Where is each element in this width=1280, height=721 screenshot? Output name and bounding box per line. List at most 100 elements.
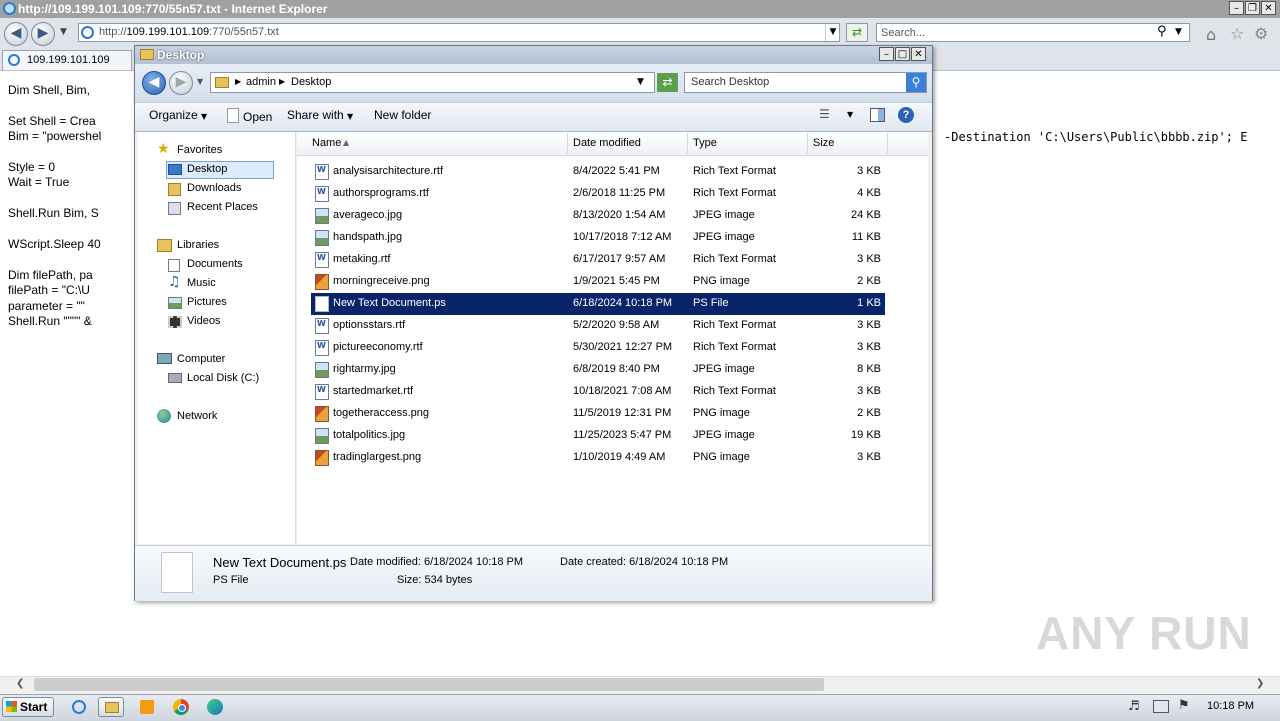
favorites-star-icon[interactable]: ☆ — [1230, 24, 1244, 43]
file-row[interactable]: pictureeconomy.rtf 5/30/2021 12:27 PM Rich… — [311, 337, 885, 359]
jpeg-file-icon — [315, 428, 329, 444]
nav-videos[interactable]: Videos — [187, 315, 220, 327]
browser-tab[interactable]: 109.199.101.109 — [2, 50, 132, 70]
file-row[interactable]: metaking.rtf 6/17/2017 9:57 AM Rich Text F… — [311, 249, 885, 271]
taskbar-ie-icon[interactable] — [66, 697, 92, 717]
nav-libraries[interactable]: Libraries — [177, 239, 219, 251]
minimize-button[interactable]: – — [1229, 1, 1244, 15]
breadcrumb-item-admin[interactable]: admin — [246, 76, 276, 88]
home-icon[interactable]: ⌂ — [1206, 25, 1216, 44]
file-row[interactable]: authorsprograms.rtf 2/6/2018 11:25 PM Rich… — [311, 183, 885, 205]
organize-button[interactable]: Organize ▼ — [149, 108, 207, 122]
file-row[interactable]: optionsstars.rtf 5/2/2020 9:58 AM Rich Tex… — [311, 315, 885, 337]
address-path: :770/55n57.txt — [209, 26, 279, 38]
address-bar[interactable]: http://109.199.101.109:770/55n57.txt ▼ — [78, 23, 840, 42]
close-button[interactable]: ✕ — [1261, 1, 1276, 15]
new-folder-button[interactable]: New folder — [374, 108, 431, 122]
nav-favorites[interactable]: Favorites — [177, 144, 222, 156]
view-dropdown-icon[interactable]: ▼ — [847, 110, 853, 119]
start-label: Start — [20, 700, 48, 714]
nav-documents[interactable]: Documents — [187, 258, 243, 270]
restore-button[interactable]: ❐ — [1245, 1, 1260, 15]
explorer-forward-button[interactable]: ▶ — [169, 71, 193, 95]
start-button[interactable]: Start — [2, 697, 54, 717]
scroll-right-icon[interactable]: ❯ — [1256, 678, 1264, 689]
taskbar-explorer-icon[interactable] — [98, 697, 124, 717]
nav-computer[interactable]: Computer — [177, 353, 225, 365]
explorer-maximize-button[interactable]: □ — [895, 47, 910, 61]
details-date-modified: Date modified: 6/18/2024 10:18 PM — [350, 556, 524, 568]
volume-icon[interactable]: ♬ — [1128, 699, 1140, 714]
tools-gear-icon[interactable]: ⚙ — [1254, 24, 1268, 43]
recent-places-icon — [168, 202, 181, 215]
forward-button[interactable]: ▶ — [31, 22, 55, 46]
column-type[interactable]: Type — [693, 137, 717, 149]
file-name: analysisarchitecture.rtf — [333, 165, 444, 177]
taskbar-edge-icon[interactable] — [202, 697, 228, 717]
back-button[interactable]: ◀ — [4, 22, 28, 46]
open-button[interactable]: Open — [227, 108, 272, 124]
preview-pane-icon[interactable] — [870, 108, 885, 122]
file-row[interactable]: tradinglargest.png 1/10/2019 4:49 AM PNG i… — [311, 447, 885, 469]
search-icon[interactable]: ⚲ — [1157, 24, 1167, 39]
file-type: Rich Text Format — [693, 253, 776, 265]
nav-recent-places[interactable]: Recent Places — [187, 201, 258, 213]
taskbar-media-player-icon[interactable] — [134, 697, 160, 717]
breadcrumb-sep-icon[interactable]: ▶ — [235, 77, 241, 86]
file-row[interactable]: morningreceive.png 1/9/2021 5:45 PM PNG im… — [311, 271, 885, 293]
breadcrumb-item-desktop[interactable]: Desktop — [291, 76, 331, 88]
file-row[interactable]: averageco.jpg 8/13/2020 1:54 AM JPEG image… — [311, 205, 885, 227]
nav-network[interactable]: Network — [177, 410, 217, 422]
breadcrumb-dropdown-icon[interactable]: ▼ — [637, 77, 644, 87]
breadcrumb-folder-icon — [215, 77, 229, 88]
file-row-selected[interactable]: New Text Document.ps 6/18/2024 10:18 PM PS… — [311, 293, 885, 315]
action-center-flag-icon[interactable]: ⚑ — [1178, 698, 1190, 713]
scroll-left-icon[interactable]: ❮ — [16, 678, 24, 689]
nav-downloads[interactable]: Downloads — [187, 182, 241, 194]
nav-local-disk[interactable]: Local Disk (C:) — [187, 372, 259, 384]
breadcrumb-sep-icon[interactable]: ▶ — [279, 77, 285, 86]
explorer-history-dropdown-icon[interactable]: ▼ — [197, 77, 203, 86]
file-row[interactable]: totalpolitics.jpg 11/25/2023 5:47 PM JPEG … — [311, 425, 885, 447]
file-type: PNG image — [693, 407, 750, 419]
view-options-icon[interactable]: ☰ — [819, 107, 830, 121]
address-dropdown-icon[interactable]: ▼ — [825, 24, 840, 41]
column-name[interactable]: Name — [312, 137, 341, 149]
nav-pictures[interactable]: Pictures — [187, 296, 227, 308]
file-size: 8 KB — [857, 363, 881, 375]
code-line: WScript.Sleep 40 — [8, 237, 101, 251]
explorer-search-input[interactable]: Search Desktop — [691, 76, 769, 88]
recent-pages-dropdown-icon[interactable]: ▼ — [60, 27, 67, 37]
column-size[interactable]: Size — [813, 137, 834, 149]
file-row[interactable]: handspath.jpg 10/17/2018 7:12 AM JPEG imag… — [311, 227, 885, 249]
explorer-minimize-button[interactable]: – — [879, 47, 894, 61]
explorer-refresh-icon[interactable]: ⇄ — [657, 73, 678, 92]
file-row[interactable]: analysisarchitecture.rtf 8/4/2022 5:41 PM… — [311, 161, 885, 183]
network-tray-icon[interactable] — [1153, 700, 1169, 713]
file-size: 19 KB — [851, 429, 881, 441]
explorer-search-icon[interactable]: ⚲ — [906, 73, 926, 92]
search-dropdown-icon[interactable]: ▼ — [1175, 27, 1182, 37]
scrollbar-thumb[interactable] — [34, 678, 824, 691]
explorer-search-box[interactable]: Search Desktop ⚲ — [684, 72, 927, 93]
explorer-back-button[interactable]: ◀ — [142, 71, 166, 95]
nav-music[interactable]: Music — [187, 277, 216, 289]
file-size: 3 KB — [857, 341, 881, 353]
column-date-modified[interactable]: Date modified — [573, 137, 641, 149]
chevron-down-icon: ▼ — [347, 112, 354, 121]
explorer-close-button[interactable]: ✕ — [911, 47, 926, 61]
share-with-button[interactable]: Share with ▼ — [287, 108, 353, 122]
breadcrumb[interactable]: ▶ admin ▶ Desktop ▼ — [210, 72, 655, 93]
refresh-icon[interactable]: ⇄ — [846, 23, 868, 42]
ie-search-box[interactable]: Search... ⚲ ▼ — [876, 23, 1190, 42]
file-row[interactable]: rightarmy.jpg 6/8/2019 8:40 PM JPEG image 8… — [311, 359, 885, 381]
file-row[interactable]: startedmarket.rtf 10/18/2021 7:08 AM Rich … — [311, 381, 885, 403]
nav-desktop[interactable]: Desktop — [187, 163, 227, 175]
help-icon[interactable]: ? — [898, 107, 914, 123]
taskbar-chrome-icon[interactable] — [168, 697, 194, 717]
ie-search-input[interactable]: Search... — [881, 27, 925, 39]
file-date-modified: 10/17/2018 7:12 AM — [573, 231, 672, 243]
taskbar-clock[interactable]: 10:18 PM — [1207, 700, 1254, 712]
file-row[interactable]: togetheraccess.png 11/5/2019 12:31 PM PNG … — [311, 403, 885, 425]
watermark-logo: ANY RUN — [1036, 606, 1252, 660]
